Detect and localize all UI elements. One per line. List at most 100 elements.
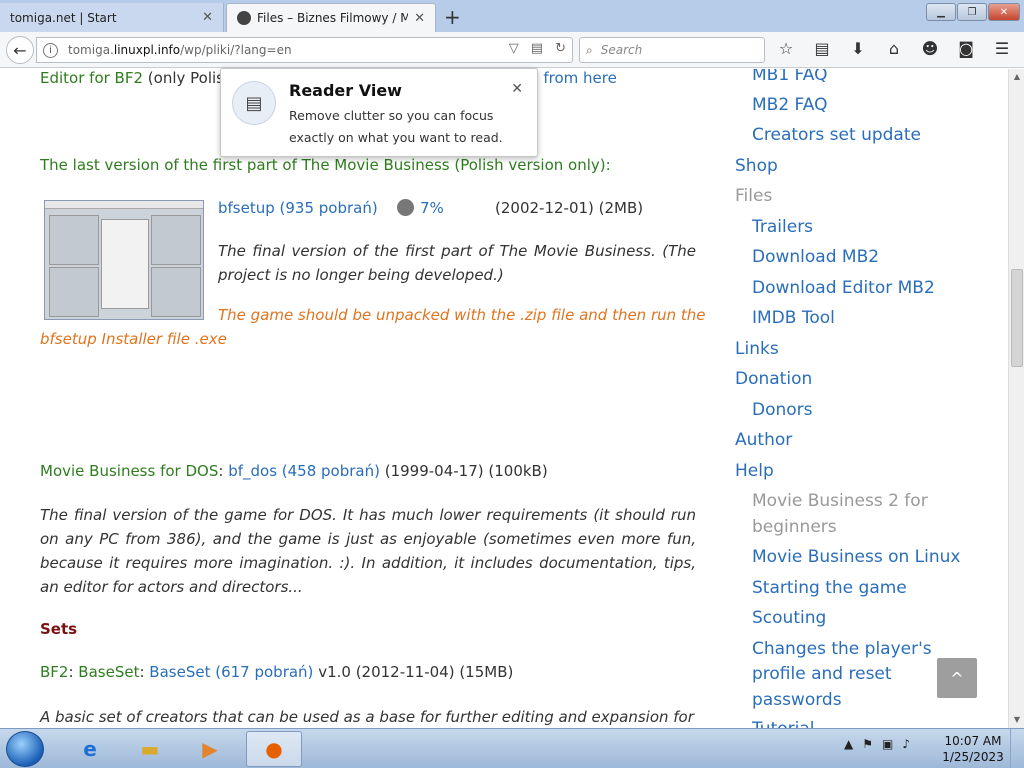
show-desktop-button[interactable] <box>1010 729 1024 768</box>
sidebar-item-scouting[interactable]: Scouting <box>752 608 826 628</box>
scroll-up-arrow-icon[interactable]: ▲ <box>1009 69 1024 85</box>
toolbar-icons: ☆ ▤ ⬇ ⌂ ☻ ◙ ☰ <box>775 39 1013 58</box>
url-prefix: tomiga. <box>68 43 114 57</box>
progress-percent: 7% <box>420 199 444 217</box>
bfsetup-description: The final version of the first part of T… <box>218 242 696 284</box>
scroll-down-arrow-icon[interactable]: ▼ <box>1009 712 1024 728</box>
new-tab-icon[interactable]: + <box>444 5 461 29</box>
thumbnail-panel <box>49 267 99 317</box>
hamburger-menu-icon[interactable]: ☰ <box>991 39 1013 58</box>
reading-list-icon[interactable]: ▤ <box>811 39 833 58</box>
system-clock[interactable]: 10:07 AM 1/25/2023 <box>940 733 1006 765</box>
thumbnail-panel <box>151 215 201 265</box>
editor-text: (only Polis <box>143 69 224 87</box>
close-tab-icon[interactable]: ✕ <box>202 10 213 25</box>
dropdown-arrow-icon[interactable]: ▽ <box>509 41 519 56</box>
sidebar-item-mb-on-linux[interactable]: Movie Business on Linux <box>752 547 960 567</box>
vertical-scrollbar[interactable]: ▲ ▼ <box>1008 69 1024 728</box>
close-icon[interactable]: ✕ <box>511 81 523 97</box>
sidebar-item-trailers[interactable]: Trailers <box>752 217 813 237</box>
sidebar-item-changes-profile-cont[interactable]: profile and reset <box>752 664 892 684</box>
network-icon[interactable]: ▣ <box>882 737 893 751</box>
sidebar-item-changes-profile[interactable]: Changes the player's <box>752 639 932 659</box>
dos-label: Movie Business for DOS <box>40 462 219 480</box>
tab-files[interactable]: Files – Biznes Filmowy / M... ✕ <box>226 3 436 32</box>
tray-expand-icon[interactable]: ▲ <box>844 737 853 751</box>
tab-bar: tomiga.net | Start ✕ Files – Biznes Film… <box>0 0 1024 32</box>
sets-heading: Sets <box>40 620 78 638</box>
separator: : <box>139 663 150 681</box>
sidebar-item-mb2-faq[interactable]: MB2 FAQ <box>752 95 827 115</box>
bfsetup-row: bfsetup (935 pobrań) <box>218 199 378 217</box>
sidebar-item-tutorial[interactable]: Tutorial <box>752 719 815 728</box>
sidebar-item-help[interactable]: Help <box>735 461 774 481</box>
baseset-meta: v1.0 (2012-11-04) (15MB) <box>313 663 514 681</box>
start-button[interactable] <box>6 731 44 767</box>
bookmark-star-icon[interactable]: ☆ <box>775 39 797 58</box>
sidebar-item-download-mb2[interactable]: Download MB2 <box>752 247 879 267</box>
reader-view-popup: ▤ Reader View Remove clutter so you can … <box>220 68 538 157</box>
minimize-button[interactable]: ▁ <box>926 3 956 21</box>
url-path: /wp/pliki/?lang=en <box>180 43 292 57</box>
reader-view-icon[interactable]: ▤ <box>531 41 543 56</box>
search-input[interactable]: ⌕ Search <box>579 37 765 63</box>
sidebar-item-mb2-beginners[interactable]: Movie Business 2 for <box>752 491 928 511</box>
reader-view-description: Remove clutter so you can focus exactly … <box>289 108 503 145</box>
url-domain: linuxpl.info <box>113 43 181 57</box>
bf2-label: BF2 <box>40 663 69 681</box>
search-placeholder: Search <box>600 43 643 57</box>
sidebar-item-links[interactable]: Links <box>735 339 779 359</box>
bfsetup-link[interactable]: bfsetup (935 pobrań) <box>218 199 378 217</box>
internet-explorer-icon[interactable]: e <box>62 731 118 767</box>
sidebar-item-files[interactable]: Files <box>735 186 772 206</box>
sidebar-item-mb2-beginners-cont[interactable]: beginners <box>752 517 837 537</box>
maximize-button[interactable]: ❐ <box>957 3 987 21</box>
close-window-button[interactable]: ✕ <box>988 3 1020 21</box>
scrollbar-thumb[interactable] <box>1011 269 1023 367</box>
dos-link[interactable]: bf_dos (458 pobrań) <box>228 462 380 480</box>
tab-tomiga-start[interactable]: tomiga.net | Start ✕ <box>0 3 224 32</box>
smiley-icon[interactable]: ☻ <box>919 39 941 58</box>
sidebar-item-download-editor-mb2[interactable]: Download Editor MB2 <box>752 278 935 298</box>
baseset-link[interactable]: BaseSet (617 pobrań) <box>149 663 313 681</box>
download-arrow-icon[interactable]: ⬇ <box>847 39 869 58</box>
last-version-text: The last version of the first part of Th… <box>40 156 606 174</box>
home-icon[interactable]: ⌂ <box>883 39 905 58</box>
bfsetup-note-line2: bfsetup Installer file .exe <box>40 330 227 348</box>
close-tab-icon[interactable]: ✕ <box>414 11 425 26</box>
thumbnail-menu <box>101 219 149 309</box>
game-screenshot-thumbnail[interactable] <box>44 200 204 320</box>
sidebar-item-starting-the-game[interactable]: Starting the game <box>752 578 907 598</box>
sidebar-item-mb1-faq[interactable]: MB1 FAQ <box>752 69 827 85</box>
baseset-label: BaseSet <box>78 663 140 681</box>
sidebar-item-donors[interactable]: Donors <box>752 400 813 420</box>
sidebar-item-shop[interactable]: Shop <box>735 156 778 176</box>
media-player-icon[interactable]: ▶ <box>182 731 238 767</box>
editor-line: Editor for BF2 (only Polis <box>40 69 224 87</box>
clock-date: 1/25/2023 <box>942 750 1004 764</box>
bfsetup-meta: (2002-12-01) (2MB) <box>495 199 644 217</box>
sidebar-item-author[interactable]: Author <box>735 430 792 450</box>
firefox-icon[interactable]: ● <box>246 731 302 767</box>
flag-icon[interactable]: ⚑ <box>862 737 873 751</box>
thumbnail-panel <box>151 267 201 317</box>
sidebar-item-creators-set-update[interactable]: Creators set update <box>752 125 921 145</box>
url-bar[interactable]: i tomiga. linuxpl.info/wp/pliki/?lang=en … <box>36 37 573 63</box>
back-arrow-icon[interactable]: ← <box>6 36 34 64</box>
reload-icon[interactable]: ↻ <box>555 41 566 56</box>
thumbnail-toolbar <box>45 201 203 209</box>
sidebar-item-donation[interactable]: Donation <box>735 369 812 389</box>
progress-circle-icon <box>397 199 414 216</box>
sidebar-item-changes-profile-cont2[interactable]: passwords <box>752 690 842 710</box>
pocket-icon[interactable]: ◙ <box>955 39 977 58</box>
favicon-icon <box>237 11 251 25</box>
editor-label: Editor for BF2 <box>40 69 144 87</box>
volume-muted-icon[interactable]: ♪ <box>902 737 910 751</box>
bfsetup-note-line1: The game should be unpacked with the .zi… <box>218 306 706 324</box>
file-explorer-icon[interactable]: ▬ <box>122 731 178 767</box>
bfsetup-progress: 7% <box>397 199 444 217</box>
back-to-top-button[interactable]: ^ <box>937 658 977 698</box>
sidebar-item-imdb-tool[interactable]: IMDB Tool <box>752 308 835 328</box>
info-icon[interactable]: i <box>43 42 58 58</box>
separator: : <box>68 663 79 681</box>
